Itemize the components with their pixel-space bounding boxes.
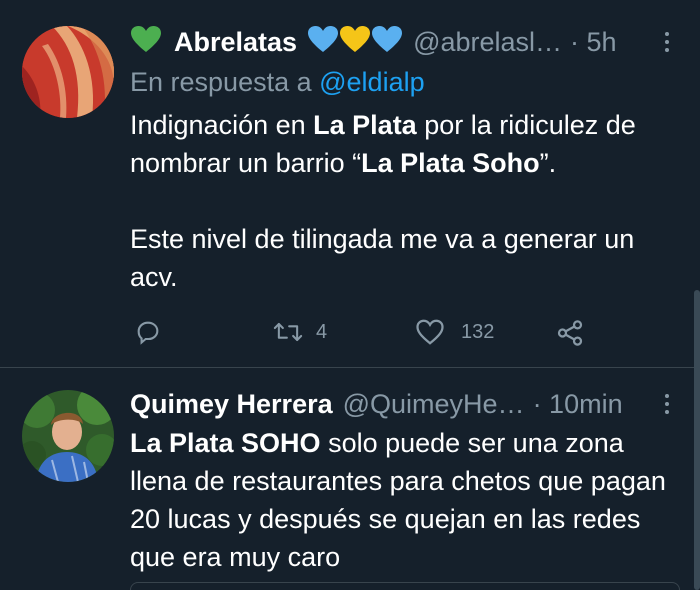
reply-to-link[interactable]: @eldialp <box>319 67 424 97</box>
tweet-actions: 4 132 <box>130 318 600 354</box>
quoted-card-edge <box>130 582 680 590</box>
retweet-icon <box>272 318 304 346</box>
reply-icon <box>134 318 162 346</box>
text-bold: La Plata Soho <box>361 148 540 178</box>
like-count: 132 <box>461 320 495 343</box>
text-bold: La Plata <box>313 110 417 140</box>
reply-prefix: En respuesta a <box>130 67 320 97</box>
retweet-count: 4 <box>316 320 328 343</box>
like-icon <box>415 318 445 346</box>
heart-green-icon <box>130 25 162 60</box>
text-span: ”. <box>539 148 557 178</box>
share-icon <box>555 318 585 348</box>
text-span: Indignación en <box>130 110 314 140</box>
tweet-content: Quimey Herrera @QuimeyHe… · 10min La Pla… <box>130 384 680 576</box>
tweet-content: Abrelatas @abrelasl… · 5h En respuesta a… <box>130 22 680 296</box>
text-span: Este nivel de tilingada me va a generar … <box>130 224 635 292</box>
tweet-header: Abrelatas @abrelasl… · 5h <box>130 22 680 62</box>
tweet-text: Indignación en La Plata por la ridiculez… <box>130 106 680 296</box>
avatar[interactable] <box>22 390 114 482</box>
author-handle[interactable]: @QuimeyHe… <box>343 389 525 420</box>
author-name[interactable]: Abrelatas <box>174 27 297 58</box>
heart-blue-icon <box>307 25 339 60</box>
retweet-button[interactable]: 4 <box>272 318 327 346</box>
share-button[interactable] <box>555 318 585 348</box>
scrollbar[interactable] <box>694 290 700 590</box>
text-bold: La Plata SOHO <box>130 428 321 458</box>
more-icon[interactable] <box>664 32 670 56</box>
reply-context: En respuesta a @eldialp <box>130 64 680 100</box>
author-handle[interactable]: @abrelasl… <box>413 27 562 58</box>
tweet-time[interactable]: · 5h <box>570 27 617 58</box>
heart-blue-icon <box>371 25 403 60</box>
more-icon[interactable] <box>664 394 670 418</box>
tweet-time[interactable]: · 10min <box>533 389 623 420</box>
like-button[interactable]: 132 <box>415 318 494 346</box>
tweet-text: La Plata SOHO solo puede ser una zona ll… <box>130 424 680 576</box>
tweet-header: Quimey Herrera @QuimeyHe… · 10min <box>130 384 680 424</box>
reply-button[interactable] <box>134 318 162 346</box>
tweet[interactable]: Abrelatas @abrelasl… · 5h En respuesta a… <box>0 0 700 368</box>
heart-yellow-icon <box>339 25 371 60</box>
author-name[interactable]: Quimey Herrera <box>130 389 333 420</box>
tweet[interactable]: Quimey Herrera @QuimeyHe… · 10min La Pla… <box>0 368 700 590</box>
avatar[interactable] <box>22 26 114 118</box>
